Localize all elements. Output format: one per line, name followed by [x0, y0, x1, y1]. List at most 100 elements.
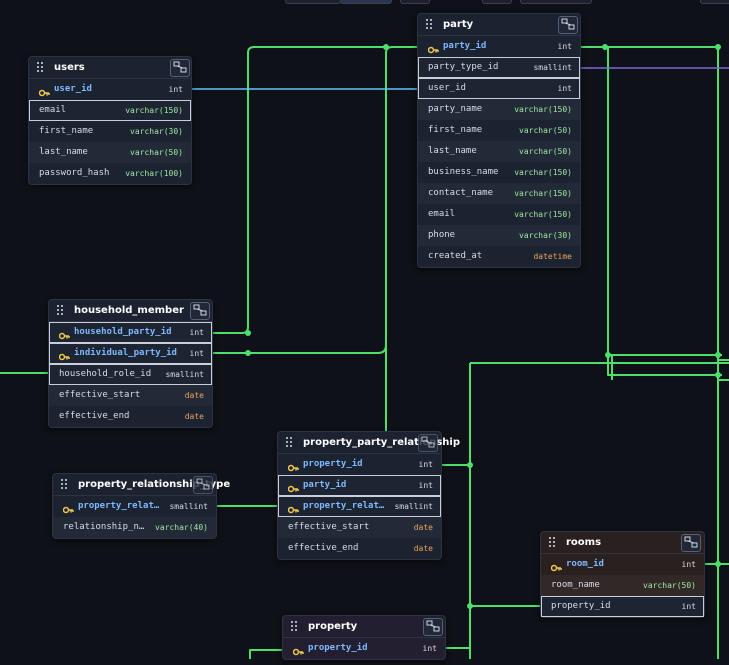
column-row[interactable]: business_name varchar(150) — [418, 162, 580, 183]
table-property[interactable]: property property_id int — [282, 615, 446, 660]
column-name: property_relat… — [78, 501, 160, 511]
drag-handle-icon[interactable] — [549, 537, 557, 547]
drag-handle-icon[interactable] — [286, 437, 294, 447]
column-row[interactable]: effective_start date — [49, 385, 212, 406]
relations-icon[interactable] — [423, 618, 443, 636]
column-row[interactable]: party_name varchar(150) — [418, 99, 580, 120]
relations-icon[interactable] — [418, 434, 438, 452]
table-header[interactable]: household_member — [49, 300, 212, 322]
column-row[interactable]: household_party_id int — [49, 322, 212, 343]
column-name: individual_party_id — [74, 348, 177, 358]
column-name: created_at — [428, 251, 483, 261]
table-title: party — [443, 19, 474, 30]
drag-handle-icon[interactable] — [426, 19, 434, 29]
column-row[interactable]: effective_end date — [49, 406, 212, 427]
drag-handle-icon[interactable] — [61, 479, 69, 489]
column-type: varchar(50) — [643, 581, 696, 590]
table-household-member[interactable]: household_member household_party_id int in… — [48, 299, 213, 428]
column-name: relationship_n… — [63, 522, 145, 532]
table-header[interactable]: property_party_relationship — [278, 432, 460, 454]
column-row[interactable]: relationship_n… varchar(40) — [53, 517, 216, 538]
column-row[interactable]: party_id int — [278, 475, 441, 496]
table-property-party-relationship[interactable]: property_party_relationship property_id i… — [277, 431, 460, 560]
toolbar-button[interactable] — [340, 0, 392, 4]
relation-line — [249, 649, 282, 659]
column-row[interactable]: user_id int — [29, 79, 191, 100]
primary-key-icon — [38, 85, 50, 97]
column-type: int — [557, 42, 572, 51]
relations-icon[interactable] — [558, 16, 578, 34]
column-type: smallint — [394, 502, 433, 511]
column-name: effective_end — [59, 411, 130, 421]
primary-key-icon — [427, 42, 439, 54]
column-row[interactable]: phone varchar(30) — [418, 225, 580, 246]
column-name: party_name — [428, 104, 483, 114]
column-row[interactable]: first_name varchar(50) — [418, 120, 580, 141]
table-header[interactable]: property_relationship_type — [53, 474, 230, 496]
table-header[interactable]: party — [418, 14, 580, 36]
column-row[interactable]: contact_name varchar(150) — [418, 183, 580, 204]
table-party[interactable]: party party_id int party_type_id smallint us… — [417, 13, 581, 268]
table-rooms[interactable]: rooms room_id int room_name varchar(50) prop… — [540, 531, 705, 618]
column-type: varchar(30) — [519, 231, 572, 240]
column-row[interactable]: room_id int — [541, 554, 704, 575]
column-row[interactable]: password_hash varchar(100) — [29, 163, 191, 184]
column-row[interactable]: party_id int — [418, 36, 580, 57]
column-name: contact_name — [428, 188, 494, 198]
table-header[interactable]: property — [283, 616, 445, 638]
column-row[interactable]: room_name varchar(50) — [541, 575, 704, 596]
toolbar-button[interactable] — [400, 0, 430, 4]
column-type: varchar(30) — [130, 127, 183, 136]
drag-handle-icon[interactable] — [57, 305, 65, 315]
column-row[interactable]: property_relat… smallint — [278, 496, 441, 517]
column-name: last_name — [428, 146, 477, 156]
column-row[interactable]: property_relat… smallint — [53, 496, 216, 517]
column-type: int — [418, 460, 433, 469]
toolbar-button[interactable] — [482, 0, 512, 4]
table-title: property — [308, 621, 358, 632]
column-row[interactable]: individual_party_id int — [49, 343, 212, 364]
column-name: password_hash — [39, 168, 110, 178]
column-row[interactable]: property_id int — [278, 454, 441, 475]
column-type: int — [681, 560, 696, 569]
relations-icon[interactable] — [681, 534, 701, 552]
relations-icon[interactable] — [190, 302, 210, 320]
column-name: user_id — [54, 84, 92, 94]
column-name: party_type_id — [428, 62, 499, 72]
column-row[interactable]: first_name varchar(30) — [29, 121, 191, 142]
toolbar-button[interactable] — [285, 0, 341, 4]
column-name: last_name — [39, 147, 88, 157]
toolbar-button[interactable] — [520, 0, 592, 4]
column-type: smallint — [533, 63, 572, 72]
column-row[interactable]: email varchar(150) — [29, 100, 191, 121]
relations-icon[interactable] — [170, 59, 190, 77]
column-row[interactable]: household_role_id smallint — [49, 364, 212, 385]
column-row[interactable]: effective_start date — [278, 517, 441, 538]
column-type: int — [681, 602, 696, 611]
column-row[interactable]: effective_end date — [278, 538, 441, 559]
column-type: int — [422, 644, 437, 653]
table-users[interactable]: users user_id int email varchar(150) first_n… — [28, 56, 192, 185]
column-row[interactable]: property_id int — [541, 596, 704, 617]
column-type: int — [189, 349, 204, 358]
relations-icon[interactable] — [193, 476, 213, 494]
column-name: effective_end — [288, 543, 359, 553]
primary-key-icon — [58, 328, 70, 340]
column-row[interactable]: last_name varchar(50) — [418, 141, 580, 162]
drag-handle-icon[interactable] — [291, 621, 299, 631]
column-row[interactable]: last_name varchar(50) — [29, 142, 191, 163]
column-row[interactable]: party_type_id smallint — [418, 57, 580, 78]
column-row[interactable]: created_at datetime — [418, 246, 580, 267]
table-property-relationship-type[interactable]: property_relationship_type property_rela… — [52, 473, 230, 539]
column-row[interactable]: property_id int — [283, 638, 445, 659]
column-type: int — [557, 84, 572, 93]
column-type: date — [413, 544, 433, 553]
column-name: room_id — [566, 559, 604, 569]
toolbar-button[interactable] — [700, 0, 729, 4]
column-type: varchar(40) — [155, 523, 208, 532]
drag-handle-icon[interactable] — [37, 62, 45, 72]
table-header[interactable]: users — [29, 57, 191, 79]
table-header[interactable]: rooms — [541, 532, 704, 554]
column-row[interactable]: user_id int — [418, 78, 580, 99]
column-row[interactable]: email varchar(150) — [418, 204, 580, 225]
